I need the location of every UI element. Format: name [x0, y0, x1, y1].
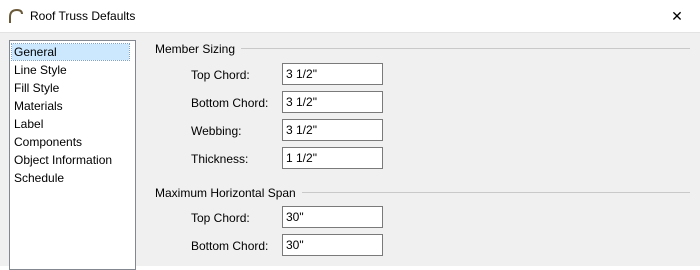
category-item-schedule[interactable]: Schedule	[12, 170, 64, 186]
category-item-label[interactable]: Label	[12, 116, 43, 132]
member-sizing-group-title: Member Sizing	[155, 42, 242, 56]
window-title: Roof Truss Defaults	[30, 9, 136, 23]
member-bottom-chord-label: Bottom Chord:	[191, 96, 269, 110]
close-button[interactable]: ✕	[654, 0, 700, 32]
member-top-chord-input[interactable]	[282, 63, 383, 85]
category-item-object-information[interactable]: Object Information	[12, 152, 112, 168]
category-item-materials[interactable]: Materials	[12, 98, 63, 114]
category-item-fill-style[interactable]: Fill Style	[12, 80, 59, 96]
category-item-components[interactable]: Components	[12, 134, 82, 150]
category-item-general[interactable]: General	[11, 43, 130, 61]
close-icon: ✕	[671, 7, 683, 24]
span-bottom-chord-input[interactable]	[282, 234, 383, 256]
span-top-chord-input[interactable]	[282, 206, 383, 228]
member-bottom-chord-input[interactable]	[282, 91, 383, 113]
webbing-label: Webbing:	[191, 124, 242, 138]
member-top-chord-label: Top Chord:	[191, 68, 250, 82]
title-bar: Roof Truss Defaults ✕	[0, 0, 700, 32]
thickness-label: Thickness:	[191, 152, 249, 166]
span-top-chord-label: Top Chord:	[191, 211, 250, 225]
thickness-input[interactable]	[282, 147, 383, 169]
dialog-body: General Line Style Fill Style Materials …	[0, 32, 700, 270]
span-bottom-chord-label: Bottom Chord:	[191, 239, 269, 253]
max-span-group-title: Maximum Horizontal Span	[155, 186, 302, 200]
category-list[interactable]: General Line Style Fill Style Materials …	[9, 40, 136, 270]
webbing-input[interactable]	[282, 119, 383, 141]
category-item-line-style[interactable]: Line Style	[12, 62, 67, 78]
roof-truss-app-icon	[9, 8, 23, 23]
